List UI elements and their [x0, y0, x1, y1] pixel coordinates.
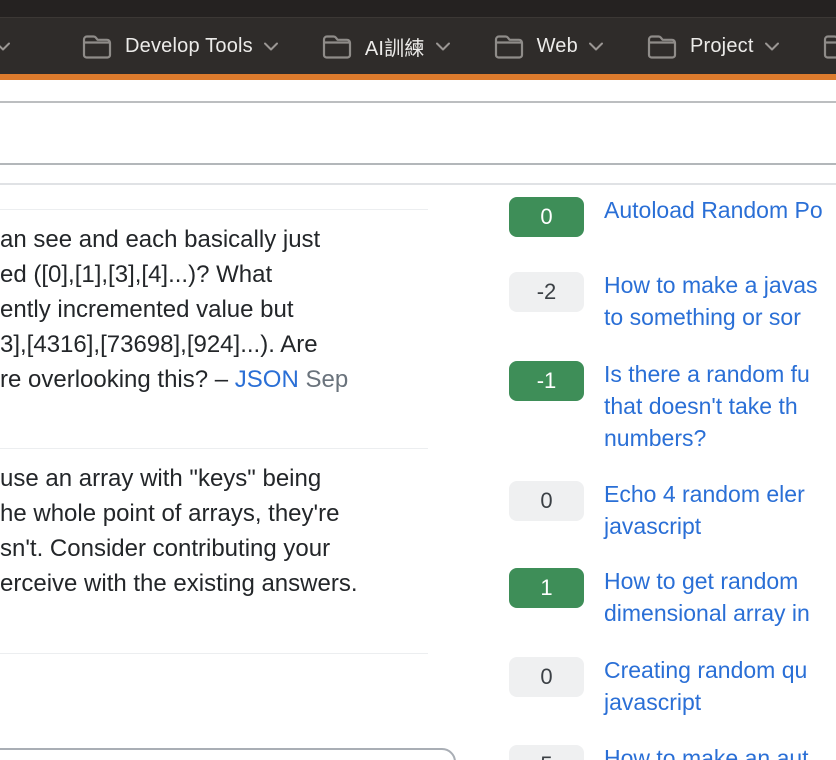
question-title-line: dimensional array in — [604, 597, 836, 629]
question-title-line: Echo 4 random eler — [604, 478, 836, 510]
bookmark-label: AI訓練 — [365, 32, 425, 61]
chevron-down-icon — [0, 42, 10, 51]
question-title-line: Is there a random fu — [604, 358, 836, 390]
comment-date: Sep — [305, 366, 348, 393]
comment-text-line: erceive with the existing answers. — [0, 566, 440, 601]
bookmark-label: Web — [537, 35, 578, 58]
question-title-line: javascript — [604, 686, 836, 718]
score-badge: -1 — [509, 361, 584, 401]
score-badge: 5 — [509, 745, 584, 760]
comment-author-link[interactable]: JSON — [235, 366, 299, 393]
chevron-down-icon — [264, 42, 278, 51]
comment-text-line: sn't. Consider contributing your — [0, 531, 440, 566]
bookmark-folder-project[interactable]: Project — [647, 34, 779, 59]
comment-text-line: use an array with "keys" being — [0, 461, 440, 496]
question-link[interactable]: How to get random dimensional array in — [604, 565, 836, 629]
comment-text-line: he whole point of arrays, they're — [0, 496, 440, 531]
question-link[interactable]: Autoload Random Po — [604, 194, 836, 226]
question-link[interactable]: How to make an aut — [604, 742, 836, 760]
question-title-line: that doesn't take th — [604, 390, 836, 422]
question-link[interactable]: Is there a random fu that doesn't take t… — [604, 358, 836, 454]
comment-text-line: an see and each basically just — [0, 222, 440, 257]
bookmark-partial-left[interactable] — [0, 42, 10, 51]
question-title-line: numbers? — [604, 422, 836, 454]
bookmarks-bar: Develop Tools AI訓練 Web Project T — [0, 17, 836, 74]
question-link[interactable]: How to make a javas to something or sor — [604, 269, 836, 333]
bookmark-label: Develop Tools — [125, 35, 253, 58]
question-title-line: to something or sor — [604, 301, 836, 333]
comment-divider — [0, 209, 428, 210]
question-title-line: Creating random qu — [604, 654, 836, 686]
comment-text-line: 3],[4316],[73698],[924]...). Are — [0, 327, 440, 362]
browser-window: Develop Tools AI訓練 Web Project T an see — [0, 0, 836, 760]
folder-icon — [82, 34, 112, 59]
question-title-line: How to make a javas — [604, 269, 836, 301]
folder-icon — [823, 34, 836, 59]
chevron-down-icon — [436, 42, 450, 51]
accent-bar — [0, 74, 836, 80]
chevron-down-icon — [765, 42, 779, 51]
bookmark-folder-web[interactable]: Web — [494, 34, 603, 59]
question-title-line: How to get random — [604, 565, 836, 597]
add-comment-input[interactable] — [0, 748, 456, 760]
question-title-line: javascript — [604, 510, 836, 542]
comment-text-fragment: re overlooking this? – — [0, 366, 235, 393]
header-divider — [0, 163, 836, 165]
folder-icon — [322, 34, 352, 59]
comment-text-line: ently incremented value but — [0, 292, 440, 327]
window-titlebar — [0, 0, 836, 17]
comment-text-line: re overlooking this? – JSON Sep — [0, 362, 440, 397]
comment-divider — [0, 653, 428, 654]
score-badge: 0 — [509, 197, 584, 237]
folder-icon — [647, 34, 677, 59]
bookmark-folder-partial-right[interactable]: T — [823, 34, 836, 59]
score-badge: 1 — [509, 568, 584, 608]
comment-divider — [0, 448, 428, 449]
bookmark-label: Project — [690, 35, 754, 58]
chrome-divider — [0, 101, 836, 103]
question-title-line: How to make an aut — [604, 742, 836, 760]
question-link[interactable]: Echo 4 random eler javascript — [604, 478, 836, 542]
comment-text-line: ed ([0],[1],[3],[4]...)? What — [0, 257, 440, 292]
comment: use an array with "keys" being he whole … — [0, 461, 440, 601]
subheader-divider — [0, 183, 836, 185]
folder-icon — [494, 34, 524, 59]
score-badge: 0 — [509, 481, 584, 521]
score-badge: -2 — [509, 272, 584, 312]
comment: an see and each basically just ed ([0],[… — [0, 222, 440, 397]
bookmark-folder-ai-training[interactable]: AI訓練 — [322, 32, 450, 61]
score-badge: 0 — [509, 657, 584, 697]
question-link[interactable]: Creating random qu javascript — [604, 654, 836, 718]
bookmark-folder-develop-tools[interactable]: Develop Tools — [82, 34, 278, 59]
chevron-down-icon — [589, 42, 603, 51]
question-title-line: Autoload Random Po — [604, 194, 836, 226]
